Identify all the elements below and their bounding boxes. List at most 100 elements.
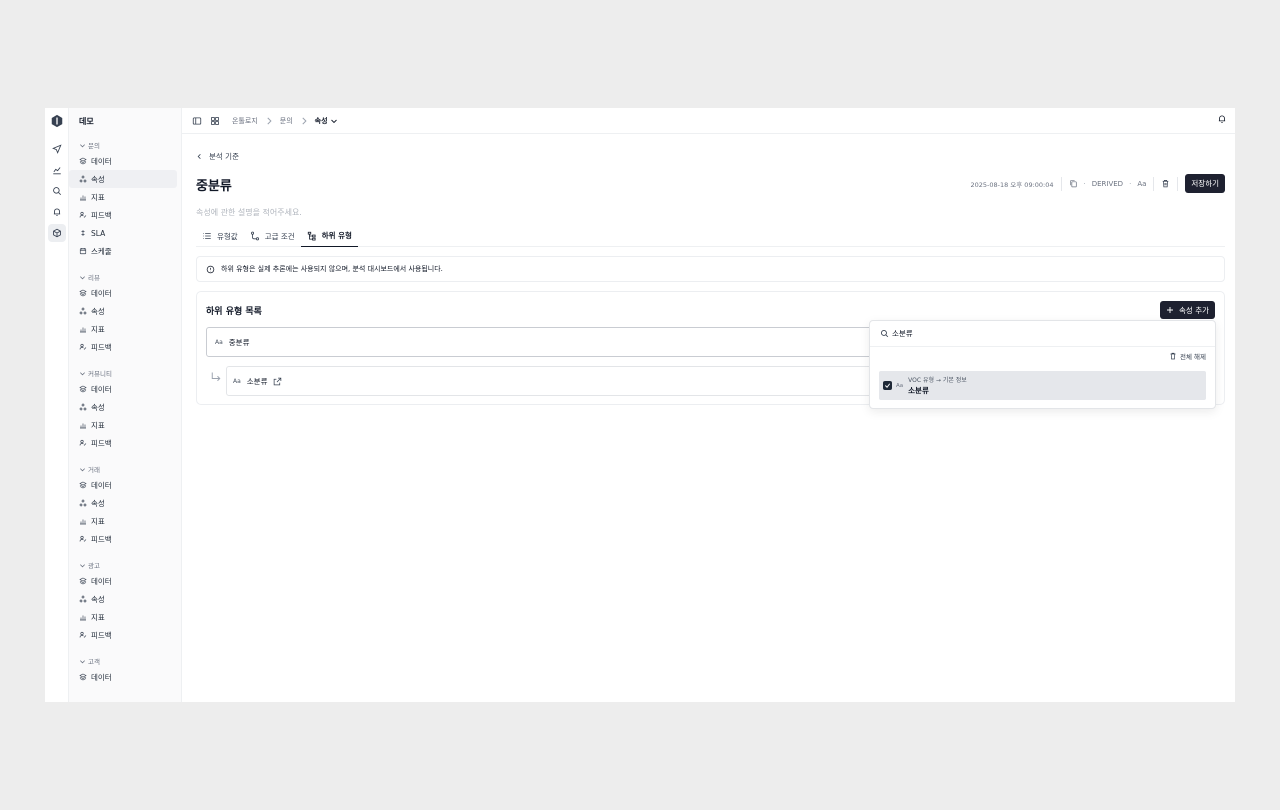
sidebar-group-title[interactable]: 광고 <box>69 558 181 572</box>
breadcrumb-inquiry[interactable]: 문의 <box>280 116 293 126</box>
metric-icon <box>80 519 86 525</box>
option-checkbox[interactable] <box>883 381 892 390</box>
logo-icon <box>51 114 62 128</box>
sidebar-item-label: 데이터 <box>91 672 112 682</box>
chevron-down-icon[interactable] <box>330 117 338 125</box>
text-type-icon: Aa <box>233 377 241 385</box>
attribute-meta: 2025-08-18 오후 09:00:04 · DERIVED · Aa 저장… <box>970 174 1225 193</box>
sidebar-item[interactable]: 속성 <box>69 398 177 416</box>
tab-label: 유형값 <box>217 231 238 241</box>
grid-view-button[interactable] <box>208 114 222 128</box>
rail-send[interactable] <box>48 140 66 158</box>
sidebar-item[interactable]: 데이터 <box>69 668 177 686</box>
group-title-label: 문의 <box>88 142 100 150</box>
sidebar-item-label: 속성 <box>91 174 105 184</box>
sidebar-item[interactable]: 데이터 <box>69 152 177 170</box>
sidebar-group-title[interactable]: 문의 <box>69 138 181 152</box>
chevron-right-icon <box>302 117 307 124</box>
send-icon <box>51 144 62 154</box>
sidebar-item[interactable]: 피드백 <box>69 338 177 356</box>
clear-all-button[interactable]: 전체 해제 <box>1169 350 1206 362</box>
rail-ontology[interactable] <box>47 224 66 242</box>
rail-search[interactable] <box>48 182 66 200</box>
chevron-down-icon <box>80 275 85 279</box>
sidebar-item-label: 데이터 <box>91 384 112 394</box>
chevron-down-icon <box>80 143 85 147</box>
grid-icon <box>211 116 219 125</box>
option-name: 소분류 <box>908 386 929 395</box>
sidebar-group-title[interactable]: 거래 <box>69 462 181 476</box>
branch-icon <box>250 231 259 241</box>
icon-rail <box>45 108 69 702</box>
info-notice: 하위 유형은 실제 추론에는 사용되지 않으며, 분석 대시보드에서 사용됩니다… <box>196 256 1225 282</box>
notice-text: 하위 유형은 실제 추론에는 사용되지 않으며, 분석 대시보드에서 사용됩니다… <box>221 265 443 273</box>
sidebar-item[interactable]: 피드백 <box>69 530 177 548</box>
sidebar-item[interactable]: 지표 <box>69 512 177 530</box>
sidebar-group-title[interactable]: 리뷰 <box>69 270 181 284</box>
add-attribute-button[interactable]: 속성 추가 <box>1160 301 1215 319</box>
bell-icon <box>53 208 60 216</box>
sidebar-toggle-icon <box>192 116 202 125</box>
sidebar-group-title[interactable]: 고객 <box>69 654 181 668</box>
attribute-icon <box>79 499 87 507</box>
sidebar-item[interactable]: 피드백 <box>69 626 177 644</box>
sidebar-item[interactable]: 속성 <box>69 494 177 512</box>
sidebar-item-label: 지표 <box>91 612 105 622</box>
sidebar-item[interactable]: 데이터 <box>69 284 177 302</box>
sidebar-item[interactable]: 스케줄 <box>69 242 177 260</box>
page-title[interactable]: 중분류 <box>196 175 232 194</box>
sidebar-item[interactable]: 지표 <box>69 608 177 626</box>
metric-icon <box>80 615 86 621</box>
attribute-icon <box>79 403 87 411</box>
sidebar-item[interactable]: 피드백 <box>69 206 177 224</box>
sidebar-item[interactable]: 데이터 <box>69 476 177 494</box>
sidebar-item-label: 데이터 <box>91 576 112 586</box>
back-link[interactable]: 분석 기준 <box>196 151 239 162</box>
tab-values[interactable]: 유형값 <box>196 225 244 247</box>
rail-alerts[interactable] <box>48 203 66 221</box>
attribute-search-input[interactable] <box>892 329 1092 338</box>
plus-icon <box>1167 307 1174 313</box>
group-title-label: 고객 <box>88 658 100 666</box>
sidebar-group-title[interactable]: 커뮤니티 <box>69 366 181 380</box>
sidebar-item[interactable]: 데이터 <box>69 380 177 398</box>
back-label: 분석 기준 <box>209 152 239 161</box>
breadcrumb-ontology[interactable]: 온톨로지 <box>232 116 258 126</box>
sidebar-item[interactable]: 지표 <box>69 320 177 338</box>
sidebar-item[interactable]: 속성 <box>69 170 177 188</box>
tab-subtypes[interactable]: 하위 유형 <box>300 225 358 247</box>
notification-bell-icon[interactable] <box>1217 114 1227 124</box>
sidebar-item[interactable]: SLA <box>69 224 177 242</box>
breadcrumb-current[interactable]: 속성 <box>315 116 328 126</box>
tab-advanced-conditions[interactable]: 고급 조건 <box>244 225 301 247</box>
copy-icon[interactable] <box>1069 179 1078 188</box>
search-icon <box>52 187 61 196</box>
sidebar-item[interactable]: 데이터 <box>69 572 177 590</box>
sidebar-item[interactable]: 속성 <box>69 302 177 320</box>
calendar-icon <box>79 248 87 255</box>
save-button[interactable]: 저장하기 <box>1185 174 1225 193</box>
sidebar-nav: 문의 데이터 속성 지표 피드백 SLA 스케줄 리뷰 데이터 속성 지표 피드백 커뮤니티 데이터 속성 지… <box>69 138 181 692</box>
group-title-label: 커뮤니티 <box>88 370 112 378</box>
sidebar-item[interactable]: 피드백 <box>69 434 177 452</box>
toggle-sidebar-button[interactable] <box>190 114 204 128</box>
check-icon <box>884 383 891 388</box>
sidebar-item-label: 지표 <box>91 192 105 202</box>
sidebar-item[interactable]: 속성 <box>69 590 177 608</box>
description-field[interactable]: 속성에 관한 설명을 적어주세요. <box>196 207 302 218</box>
sidebar-item[interactable]: 지표 <box>69 416 177 434</box>
tab-label: 하위 유형 <box>321 231 352 240</box>
info-icon <box>206 265 215 273</box>
sidebar-item-label: 지표 <box>91 420 105 430</box>
attribute-option[interactable]: Aa VOC 유형 → 기본 정보 소분류 <box>879 371 1206 400</box>
workspace-name[interactable]: 데모 <box>69 108 181 134</box>
child-subtype-row[interactable]: Aa 소분류 <box>226 366 886 396</box>
rail-analytics[interactable] <box>48 161 66 179</box>
parent-subtype-row[interactable]: Aa 중분류 <box>206 327 886 357</box>
sidebar-item[interactable]: 지표 <box>69 188 177 206</box>
metric-icon <box>80 195 86 201</box>
external-link-icon[interactable] <box>273 377 282 386</box>
trash-icon[interactable] <box>1161 179 1170 188</box>
sidebar-group: 커뮤니티데이터속성지표피드백 <box>69 366 181 458</box>
